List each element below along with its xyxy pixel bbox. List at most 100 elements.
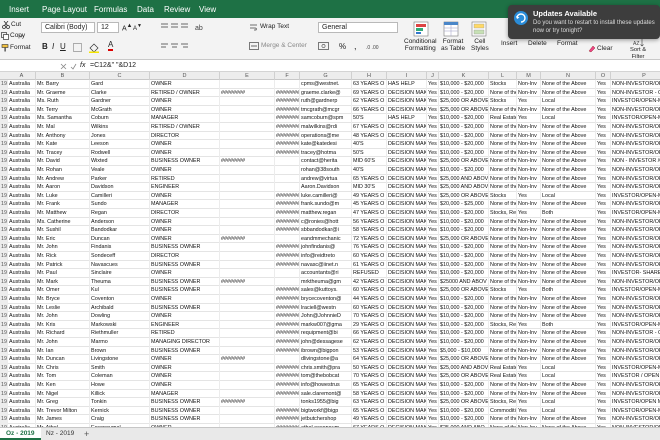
table-cell[interactable]: Yes: [427, 148, 439, 158]
table-cell[interactable]: Australia: [8, 329, 36, 338]
table-cell[interactable]: Real Estate: [489, 372, 517, 381]
table-cell[interactable]: NON-INVESTOR/OPE: [611, 304, 660, 313]
table-cell[interactable]: Killick: [90, 389, 150, 399]
table-cell[interactable]: eandmmechanic: [300, 234, 352, 244]
font-size-select[interactable]: 12: [97, 22, 119, 33]
table-cell[interactable]: OWNER: [150, 381, 220, 390]
table-cell[interactable]: INVESTOR/OPEN-M: [611, 192, 660, 201]
table-cell[interactable]: Yes: [596, 234, 611, 244]
table-cell[interactable]: Australia: [8, 217, 36, 227]
table-cell[interactable]: $10,000 - $20,000: [439, 123, 489, 132]
table-cell[interactable]: [220, 226, 275, 235]
table-cell[interactable]: Yes: [427, 243, 439, 252]
table-cell[interactable]: [220, 114, 275, 123]
table-cell[interactable]: Mr. Frank: [36, 200, 90, 209]
table-cell[interactable]: Mr. Rohan: [36, 166, 90, 175]
chevron-down-icon[interactable]: [18, 33, 24, 39]
table-cell[interactable]: Yes: [596, 338, 611, 347]
table-cell[interactable]: ########: [275, 260, 300, 270]
table-cell[interactable]: Non-Inv: [517, 329, 541, 338]
table-cell[interactable]: ENGINEER: [150, 320, 220, 330]
table-cell[interactable]: Sinclaire: [90, 269, 150, 278]
table-cell[interactable]: None of the: [489, 260, 517, 270]
table-cell[interactable]: Markowski: [90, 320, 150, 330]
table-cell[interactable]: Yes: [427, 363, 439, 373]
table-cell[interactable]: NON-INVESTOR/OPE: [611, 235, 660, 244]
table-cell[interactable]: BUSINESS OWNER: [150, 243, 220, 252]
table-cell[interactable]: OWNER: [150, 372, 220, 381]
table-cell[interactable]: 47 YEARS O: [352, 209, 387, 218]
table-cell[interactable]: Yes: [596, 312, 611, 321]
table-cell[interactable]: ENGINEER: [150, 183, 220, 192]
table-cell[interactable]: chris.smith@pra: [300, 363, 352, 373]
table-cell[interactable]: Mr. Tracey: [36, 148, 90, 158]
table-cell[interactable]: ########: [275, 372, 300, 381]
table-cell[interactable]: Non-Inv: [517, 389, 541, 399]
table-cell[interactable]: Australia: [8, 105, 36, 115]
table-cell[interactable]: Australia: [8, 269, 36, 278]
table-cell[interactable]: ########: [275, 295, 300, 304]
table-cell[interactable]: Yes: [596, 252, 611, 261]
column-header-o[interactable]: O: [596, 72, 611, 80]
table-cell[interactable]: 45 YEARS O: [352, 200, 387, 209]
column-header-h[interactable]: H: [352, 72, 387, 80]
table-cell[interactable]: ########: [275, 320, 300, 330]
table-cell[interactable]: tom@thebobcat: [300, 372, 352, 381]
table-cell[interactable]: [220, 329, 275, 338]
table-cell[interactable]: Non-Inv: [517, 338, 541, 347]
column-header-k[interactable]: K: [439, 72, 489, 80]
table-cell[interactable]: ########: [275, 346, 300, 356]
underline-icon[interactable]: U: [60, 42, 66, 51]
table-cell[interactable]: Anderson: [90, 217, 150, 227]
column-header-e[interactable]: E: [220, 72, 275, 80]
table-cell[interactable]: RETIRED: [150, 329, 220, 338]
table-cell[interactable]: [220, 252, 275, 261]
table-cell[interactable]: 50 YEARS O: [352, 363, 387, 373]
table-cell[interactable]: 19: [0, 200, 8, 209]
table-cell[interactable]: Yes: [427, 123, 439, 132]
table-cell[interactable]: 66 YEARS O: [352, 105, 387, 115]
table-cell[interactable]: Commoditie: [489, 406, 517, 416]
table-cell[interactable]: OWNER: [150, 166, 220, 175]
table-cell[interactable]: NON-INVESTOR/OPE: [611, 166, 660, 175]
table-cell[interactable]: Yes: [517, 97, 541, 106]
column-header-c[interactable]: C: [90, 72, 150, 80]
table-cell[interactable]: ########: [220, 157, 275, 166]
wrap-text-button[interactable]: Wrap Text: [260, 23, 289, 30]
table-cell[interactable]: $25,000 OR ABOVE: [439, 286, 489, 295]
table-cell[interactable]: 62 YEARS O: [352, 97, 387, 106]
table-cell[interactable]: Australia: [8, 277, 36, 287]
table-cell[interactable]: Real Estate: [489, 363, 517, 373]
table-cell[interactable]: Mr. Graeme: [36, 88, 90, 98]
table-cell[interactable]: mrktheuma@gm: [300, 277, 352, 287]
table-cell[interactable]: Yes: [596, 355, 611, 364]
table-cell[interactable]: Smith: [90, 363, 150, 373]
sort-filter-button[interactable]: Sort & Filter: [630, 47, 646, 60]
table-cell[interactable]: Australia: [8, 338, 36, 347]
table-cell[interactable]: tonks1955@big: [300, 398, 352, 407]
table-cell[interactable]: Mr. Bryce: [36, 295, 90, 304]
table-cell[interactable]: ########: [275, 243, 300, 252]
table-cell[interactable]: Australia: [8, 234, 36, 244]
table-cell[interactable]: OWNER: [150, 234, 220, 244]
table-cell[interactable]: NON-INVESTOR/OPE: [611, 347, 660, 356]
tab-insert[interactable]: Insert: [9, 5, 29, 14]
table-cell[interactable]: Kernick: [90, 406, 150, 416]
table-cell[interactable]: ########: [275, 191, 300, 201]
table-cell[interactable]: Davidson: [90, 183, 150, 192]
table-cell[interactable]: Australia: [8, 131, 36, 141]
table-cell[interactable]: 42 YEARS O: [352, 277, 387, 287]
column-header-l[interactable]: L: [489, 72, 517, 80]
table-cell[interactable]: DECISION MAKE: [387, 140, 427, 149]
table-cell[interactable]: Yes: [427, 209, 439, 218]
table-cell[interactable]: Livingstone: [90, 355, 150, 364]
table-cell[interactable]: None of the: [489, 148, 517, 158]
table-cell[interactable]: Mr. Mal: [36, 123, 90, 132]
table-cell[interactable]: Both: [541, 209, 596, 218]
table-cell[interactable]: Yes: [596, 389, 611, 399]
table-cell[interactable]: [220, 166, 275, 175]
table-cell[interactable]: Both: [541, 286, 596, 295]
table-cell[interactable]: DECISION MAKE: [387, 217, 427, 227]
table-cell[interactable]: [220, 406, 275, 416]
table-cell[interactable]: [275, 269, 300, 278]
